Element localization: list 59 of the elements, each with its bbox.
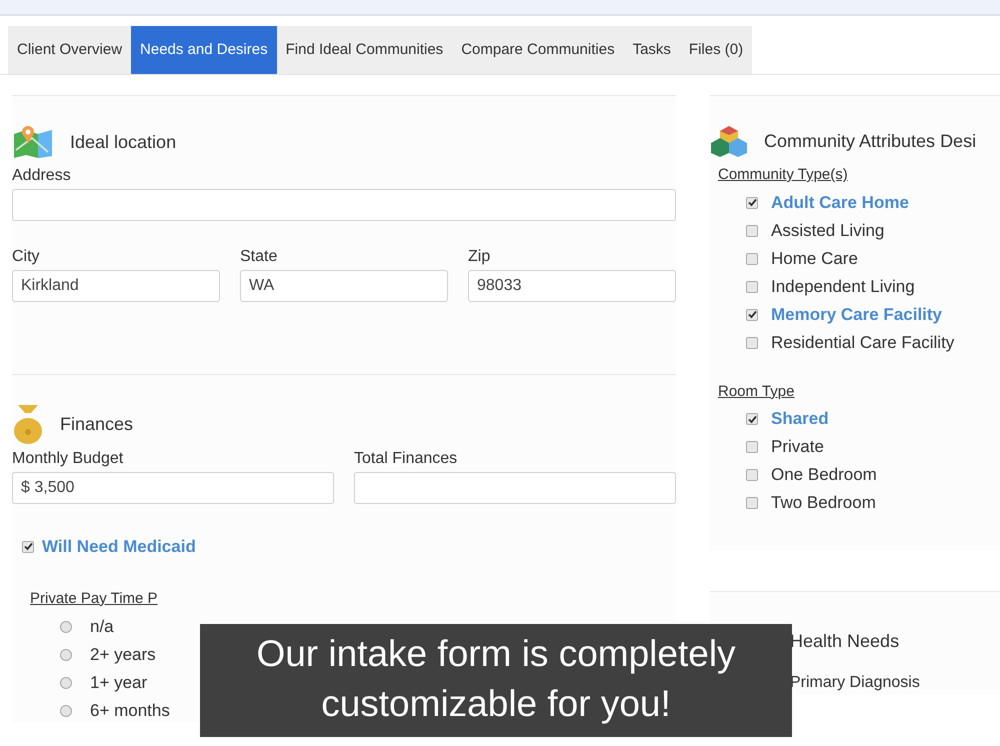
checkbox-label: Independent Living [771, 276, 915, 298]
checkbox-label: One Bedroom [771, 464, 877, 486]
section-title: Ideal location [70, 130, 176, 154]
checkbox-label: Residential Care Facility [771, 332, 954, 354]
radio-label: 1+ year [90, 672, 148, 694]
checkbox[interactable] [746, 469, 758, 481]
field-label: Primary Diagnosis [790, 673, 921, 693]
checkbox[interactable] [746, 224, 758, 236]
radio-button[interactable] [60, 621, 72, 633]
checkbox-label: Shared [771, 408, 829, 430]
group-heading: Room Type [718, 382, 794, 402]
radio-button[interactable] [60, 649, 72, 661]
checkbox[interactable] [746, 441, 758, 453]
group-heading: Community Type(s) [718, 165, 848, 185]
checkbox-label: Private [771, 436, 824, 458]
field-label: City [12, 247, 41, 267]
checkbox[interactable] [746, 413, 758, 425]
money-bag-icon [12, 403, 44, 445]
input-field[interactable] [12, 189, 676, 221]
radio-label: 2+ years [90, 644, 156, 666]
checkbox[interactable] [746, 336, 758, 348]
checkbox[interactable] [746, 280, 758, 292]
video-caption: Our intake form is completely customizable for you! [200, 624, 792, 737]
tab[interactable]: Compare Communities [452, 26, 624, 74]
input-field[interactable]: WA [240, 270, 448, 302]
input-field[interactable]: Kirkland [12, 270, 220, 302]
field-label: State [240, 247, 278, 267]
section-title: Health Needs [790, 630, 900, 653]
checkbox-label: Memory Care Facility [771, 304, 942, 326]
checkbox-label: Adult Care Home [771, 192, 909, 214]
checkbox[interactable] [746, 497, 758, 509]
input-field[interactable]: $ 3,500 [12, 472, 334, 504]
field-label: Total Finances [354, 449, 458, 469]
checkbox-label: Home Care [771, 248, 858, 270]
checkbox[interactable] [746, 252, 758, 264]
radio-label: n/a [90, 616, 114, 638]
checkbox-label: Assisted Living [771, 220, 884, 242]
tab[interactable]: Needs and Desires [131, 26, 277, 74]
input-field[interactable]: 98033 [468, 270, 676, 302]
field-label: Monthly Budget [12, 449, 124, 469]
tab[interactable]: Find Ideal Communities [276, 26, 452, 74]
section-title: Community Attributes Desi [764, 130, 976, 153]
checkbox[interactable] [22, 540, 34, 553]
radio-button[interactable] [60, 677, 72, 689]
tab[interactable]: Client Overview [8, 26, 132, 74]
tab[interactable]: Tasks [624, 26, 680, 74]
checkbox-label: Will Need Medicaid [42, 536, 196, 558]
checkbox-label: Two Bedroom [771, 492, 876, 514]
field-label: Address [12, 166, 72, 186]
cubes-icon [710, 124, 748, 158]
checkbox[interactable] [746, 308, 758, 320]
field-label: Zip [468, 247, 492, 267]
checkbox[interactable] [746, 196, 758, 208]
section-title: Finances [60, 412, 134, 436]
radio-button[interactable] [60, 705, 72, 717]
input-field[interactable] [354, 472, 676, 504]
radio-label: 6+ months [90, 700, 170, 722]
group-heading: Private Pay Time P [30, 588, 159, 608]
tab[interactable]: Files (0) [680, 26, 752, 74]
